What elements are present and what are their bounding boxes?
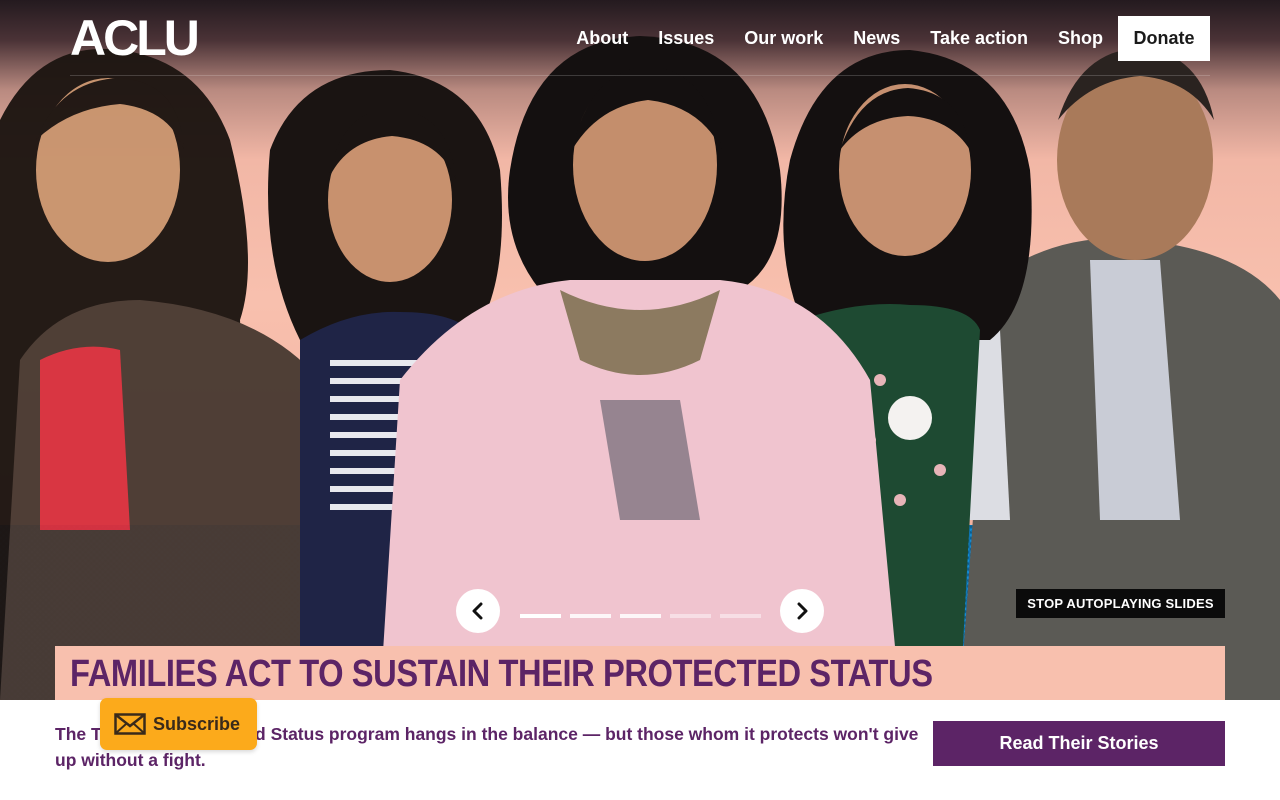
nav-item-news[interactable]: News: [853, 28, 900, 49]
site-header: ACLU About Issues Our work News Take act…: [0, 0, 1280, 76]
nav-item-about[interactable]: About: [576, 28, 628, 49]
carousel-dot-4[interactable]: [670, 614, 711, 618]
carousel-prev-button[interactable]: [456, 589, 500, 633]
chevron-right-icon: [797, 602, 808, 620]
stop-autoplay-button[interactable]: STOP AUTOPLAYING SLIDES: [1016, 589, 1225, 618]
subscribe-label: Subscribe: [153, 713, 241, 734]
nav-item-shop[interactable]: Shop: [1058, 28, 1103, 49]
hero-headline[interactable]: FAMILIES ACT TO SUSTAIN THEIR PROTECTED …: [70, 652, 933, 696]
carousel-dot-5[interactable]: [720, 614, 761, 618]
carousel-pagination: [520, 614, 770, 618]
subscribe-button[interactable]: Subscribe: [100, 698, 257, 750]
headline-band: FAMILIES ACT TO SUSTAIN THEIR PROTECTED …: [55, 646, 1225, 700]
page: ACLU About Issues Our work News Take act…: [0, 0, 1280, 800]
chevron-left-icon: [472, 602, 483, 620]
aclu-logo[interactable]: ACLU: [70, 12, 200, 64]
nav-item-take-action[interactable]: Take action: [930, 28, 1028, 49]
main-nav: About Issues Our work News Take action S…: [546, 15, 1210, 61]
carousel-dot-2[interactable]: [570, 614, 611, 618]
carousel-dot-3[interactable]: [620, 614, 661, 618]
nav-item-our-work[interactable]: Our work: [744, 28, 823, 49]
carousel-dot-1[interactable]: [520, 614, 561, 618]
nav-item-issues[interactable]: Issues: [658, 28, 714, 49]
hero-banner: ACLU About Issues Our work News Take act…: [0, 0, 1280, 700]
donate-button[interactable]: Donate: [1118, 15, 1210, 61]
envelope-icon: [114, 713, 146, 735]
carousel-next-button[interactable]: [780, 589, 824, 633]
read-their-stories-button[interactable]: Read Their Stories: [933, 721, 1225, 766]
header-divider: [70, 75, 1210, 76]
